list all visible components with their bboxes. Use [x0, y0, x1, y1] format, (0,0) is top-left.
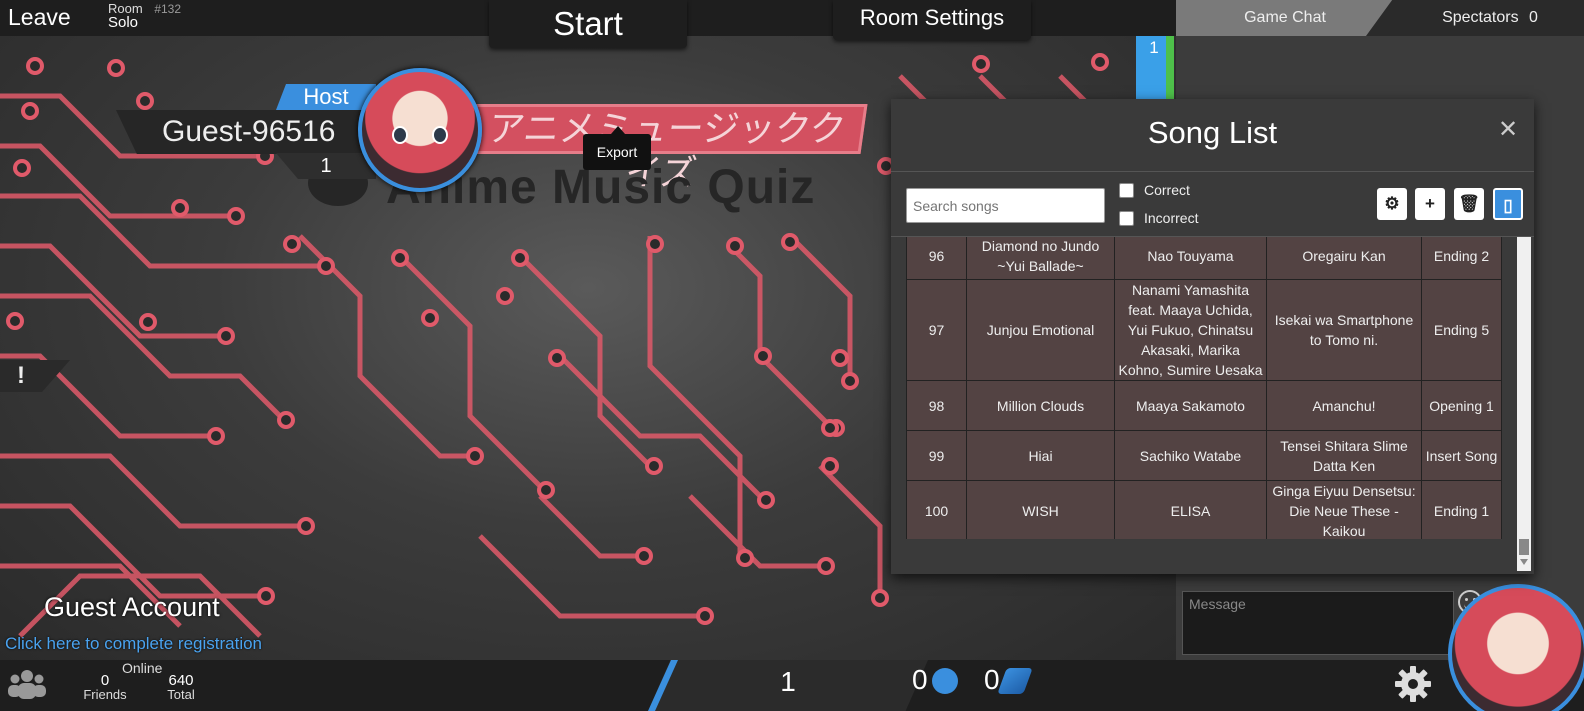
- host-badge: Host: [276, 84, 376, 110]
- cell-type: Insert Song: [1421, 430, 1502, 481]
- player-avatar[interactable]: [358, 68, 482, 192]
- table-row[interactable]: 98 Million Clouds Maaya Sakamoto Amanchu! Op…: [906, 380, 1502, 431]
- cell-artist: Nanami Yamashita feat. Maaya Uchida, Yui…: [1114, 279, 1267, 381]
- online-label: Online: [122, 660, 163, 676]
- cell-type: Opening 1: [1421, 380, 1502, 431]
- room-type: Solo: [108, 14, 139, 31]
- cell-type: Ending 1: [1421, 480, 1502, 539]
- export-file-icon[interactable]: ▯: [1493, 188, 1523, 220]
- table-row[interactable]: 99 Hiai Sachiko Watabe Tensei Shitara Slime…: [906, 430, 1502, 481]
- song-list-modal: Song List ✕ Correct Incorrect ⚙ + 🗑 ▯ 96…: [891, 99, 1534, 574]
- room-number: #132: [154, 2, 182, 16]
- logo-japanese-text: アニメミュージッククイズ: [456, 104, 868, 193]
- cell-num: 98: [906, 380, 967, 431]
- room-info: Room #132 Solo: [108, 2, 182, 31]
- divider: [891, 171, 1534, 172]
- music-note-currency-icon: [932, 668, 958, 694]
- add-button[interactable]: +: [1415, 188, 1445, 220]
- filter-correct-label: Correct: [1144, 182, 1190, 198]
- checkbox-correct[interactable]: [1119, 182, 1134, 198]
- checkbox-incorrect[interactable]: [1119, 210, 1134, 226]
- close-icon[interactable]: ✕: [1498, 115, 1518, 144]
- cell-anime: Amanchu!: [1266, 380, 1422, 431]
- search-songs-input[interactable]: [906, 188, 1105, 223]
- cell-anime: Ginga Eiyuu Densetsu: Die Neue These - K…: [1266, 480, 1422, 539]
- cell-song: Junjou Emotional: [966, 279, 1115, 381]
- song-table: 96 Diamond no Jundo ~Yui Ballade~ Nao Touy…: [906, 237, 1502, 539]
- table-row[interactable]: 97 Junjou Emotional Nanami Yamashita feat.…: [906, 279, 1502, 381]
- cell-num: 99: [906, 430, 967, 481]
- cell-song: Million Clouds: [966, 380, 1115, 431]
- note-count: 0: [912, 664, 928, 695]
- cell-artist: Nao Touyama: [1114, 237, 1267, 280]
- total-count: 640: [168, 672, 194, 689]
- trash-icon[interactable]: 🗑: [1454, 188, 1484, 220]
- cell-artist: Maaya Sakamoto: [1114, 380, 1267, 431]
- filter-correct[interactable]: Correct: [1119, 182, 1190, 198]
- song-table-viewport: 96 Diamond no Jundo ~Yui Ballade~ Nao Touy…: [906, 237, 1502, 539]
- total-stat: 640 Total: [158, 672, 204, 702]
- avatar-eye: [432, 126, 448, 144]
- modal-title: Song List: [1147, 115, 1278, 150]
- cell-song: WISH: [966, 480, 1115, 539]
- cell-type: Ending 2: [1421, 237, 1502, 280]
- filter-incorrect-label: Incorrect: [1144, 210, 1199, 226]
- cell-artist: ELISA: [1114, 480, 1267, 539]
- scrollbar[interactable]: [1517, 237, 1531, 571]
- scrollbar-thumb[interactable]: [1519, 539, 1529, 555]
- xp-level-display: 1: [648, 660, 928, 711]
- export-tooltip: Export: [583, 126, 651, 170]
- room-settings-button[interactable]: Room Settings: [833, 0, 1031, 40]
- self-avatar[interactable]: [1448, 584, 1584, 711]
- spectators-label: Spectators: [1442, 9, 1519, 26]
- cell-num: 100: [906, 480, 967, 539]
- tab-spectators[interactable]: Spectators 0: [1366, 0, 1584, 36]
- cell-type: Ending 5: [1421, 279, 1502, 381]
- friends-label: Friends: [83, 687, 127, 702]
- guest-account-title: Guest Account: [44, 592, 220, 622]
- settings-cog-button[interactable]: ⚙: [1377, 188, 1407, 220]
- table-row[interactable]: 96 Diamond no Jundo ~Yui Ballade~ Nao Touy…: [906, 237, 1502, 280]
- cell-num: 96: [906, 237, 967, 280]
- cell-anime: Oregairu Kan: [1266, 237, 1422, 280]
- cell-artist: Sachiko Watabe: [1114, 430, 1267, 481]
- registration-link[interactable]: Click here to complete registration: [5, 634, 262, 654]
- gear-icon[interactable]: [1393, 664, 1433, 704]
- scroll-down-arrow[interactable]: [1520, 559, 1528, 565]
- player-name: Guest-96516: [116, 110, 376, 154]
- cell-song: Hiai: [966, 430, 1115, 481]
- avatar-eye: [392, 126, 408, 144]
- total-label: Total: [167, 687, 195, 702]
- friends-count: 0: [100, 672, 110, 689]
- friends-icon[interactable]: [8, 667, 46, 701]
- spectators-count: 0: [1529, 9, 1538, 26]
- cell-num: 97: [906, 279, 967, 381]
- tab-game-chat[interactable]: Game Chat: [1176, 0, 1394, 36]
- table-row[interactable]: 100 WISH ELISA Ginga Eiyuu Densetsu: Die Ne…: [906, 480, 1502, 539]
- answer-status-strip: [1166, 36, 1174, 100]
- leave-button[interactable]: Leave: [8, 4, 71, 31]
- friends-stat[interactable]: 0 Friends: [82, 672, 128, 702]
- cell-song: Diamond no Jundo ~Yui Ballade~: [966, 237, 1115, 280]
- chat-message-input[interactable]: Message: [1182, 591, 1454, 655]
- start-button[interactable]: Start: [489, 0, 687, 48]
- cell-anime: Isekai wa Smartphone to Tomo ni.: [1266, 279, 1422, 381]
- filter-incorrect[interactable]: Incorrect: [1119, 210, 1198, 226]
- cell-anime: Tensei Shitara Slime Datta Ken: [1266, 430, 1422, 481]
